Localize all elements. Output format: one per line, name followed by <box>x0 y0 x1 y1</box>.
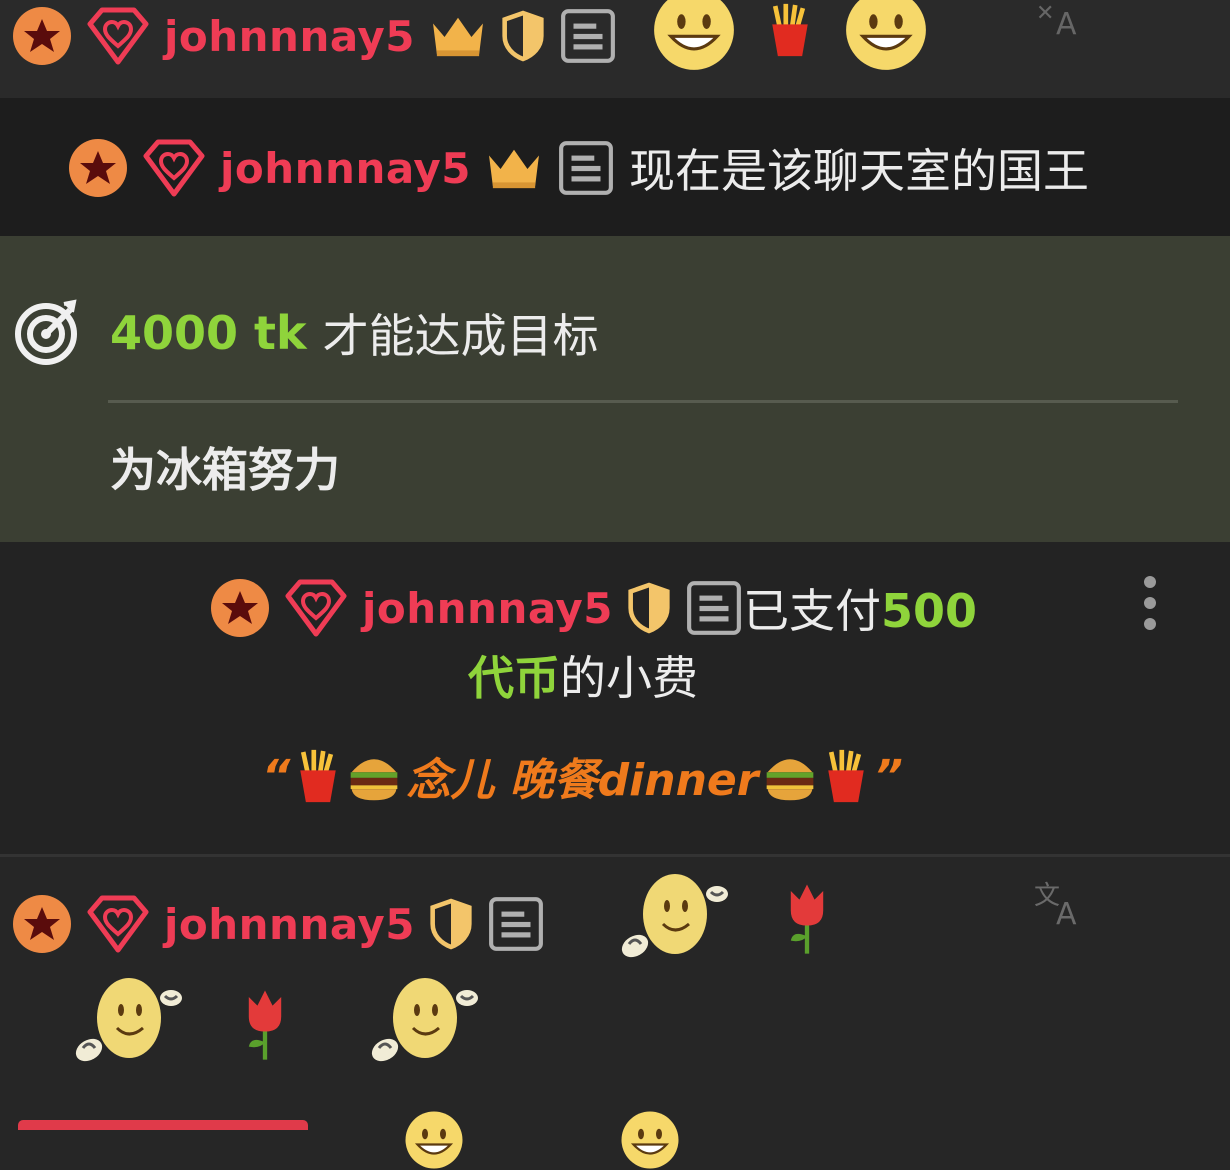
smile-emoji <box>652 0 736 72</box>
teddy-smile-emoji <box>44 972 204 1072</box>
burger-emoji <box>346 749 402 803</box>
crown-icon <box>429 12 487 60</box>
next-message-badge <box>18 1120 308 1130</box>
burger-emoji <box>762 749 818 803</box>
tip-message-header: johnnnay5 已支付500 <box>210 576 977 640</box>
tip-text-line1: 已支付500 <box>743 575 977 641</box>
username[interactable]: johnnnay5 <box>164 12 415 61</box>
svg-text:A: A <box>1056 7 1077 40</box>
diamond-heart-icon <box>142 136 206 200</box>
goal-suffix: 才能达成目标 <box>322 309 599 363</box>
fries-emoji <box>766 2 814 58</box>
shield-icon <box>627 582 671 634</box>
teddy-smile-emoji <box>340 972 500 1072</box>
tip-note: “ 念儿 晚餐dinner ” <box>262 744 903 808</box>
quote-open: “ <box>262 750 291 802</box>
smile-emoji <box>620 1110 680 1170</box>
fries-emoji <box>822 748 870 804</box>
smile-emoji <box>844 0 928 72</box>
shield-icon <box>429 898 473 950</box>
notes-icon[interactable] <box>557 139 615 197</box>
message-header-4: johnnnay5 <box>12 892 545 956</box>
notes-icon[interactable] <box>685 579 743 637</box>
rose-emoji <box>780 880 834 956</box>
message-2: johnnnay5 现在是该聊天室的国王 <box>68 136 1089 200</box>
goal-amount: 4000 tk <box>110 306 307 360</box>
username[interactable]: johnnnay5 <box>220 144 471 193</box>
star-badge-icon <box>12 894 72 954</box>
diamond-heart-icon <box>86 892 150 956</box>
notes-icon[interactable] <box>559 7 617 65</box>
crown-icon <box>485 144 543 192</box>
goal-description: 为冰箱努力 <box>110 443 340 497</box>
notes-icon[interactable] <box>487 895 545 953</box>
tip-note-text: 念儿 晚餐dinner <box>406 755 759 806</box>
tip-text-suffix: 的小费 <box>560 651 698 705</box>
tip-amount: 500 <box>881 584 978 638</box>
message-header-1: johnnnay5 <box>12 4 617 68</box>
teddy-smile-emoji <box>590 868 750 968</box>
username[interactable]: johnnnay5 <box>164 900 415 949</box>
star-badge-icon <box>68 138 128 198</box>
target-icon <box>12 298 80 366</box>
tip-text-line2: 代币的小费 <box>468 642 698 708</box>
translate-icon[interactable]: 文 A <box>1034 880 1088 930</box>
tip-amount-unit: 代币 <box>468 651 560 705</box>
goal-divider <box>108 400 1178 403</box>
tip-text-prefix: 已支付 <box>743 584 882 638</box>
fries-emoji <box>294 748 342 804</box>
star-badge-icon <box>12 6 72 66</box>
diamond-heart-icon <box>86 4 150 68</box>
star-badge-icon <box>210 578 270 638</box>
smile-emoji <box>404 1110 464 1170</box>
quote-close: ” <box>874 750 903 802</box>
svg-text:✕: ✕ <box>1036 1 1054 26</box>
more-vertical-icon[interactable] <box>1140 574 1160 634</box>
message-text: 现在是该聊天室的国王 <box>629 144 1090 198</box>
username[interactable]: johnnnay5 <box>362 584 613 633</box>
translate-icon[interactable]: ✕ A <box>1034 0 1088 40</box>
svg-text:A: A <box>1056 897 1077 930</box>
goal-line: 4000 tk 才能达成目标 <box>110 300 599 366</box>
shield-icon <box>501 10 545 62</box>
diamond-heart-icon <box>284 576 348 640</box>
rose-emoji <box>238 986 292 1062</box>
